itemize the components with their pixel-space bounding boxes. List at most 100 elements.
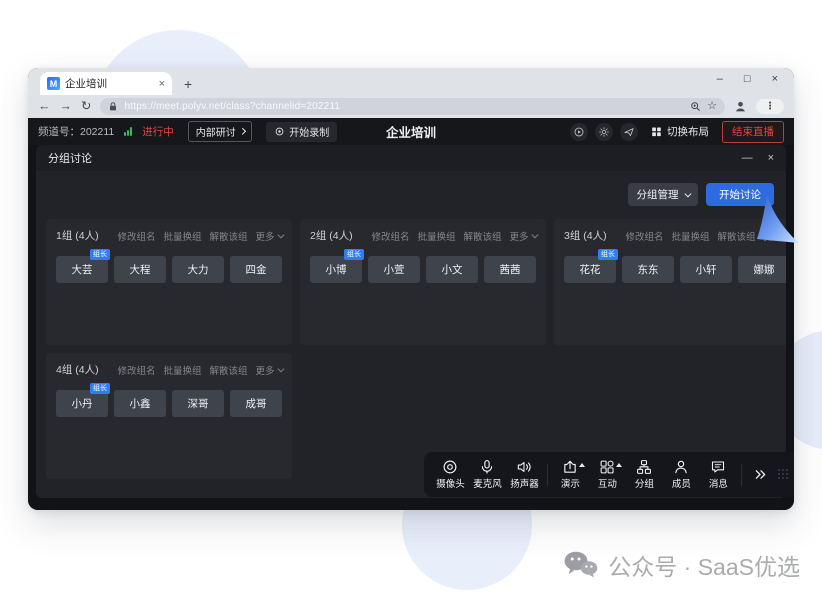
header-right-cluster: 切换布局 结束直播: [570, 121, 784, 143]
expand-icon: [753, 467, 768, 482]
lock-icon: [108, 101, 118, 112]
group-more-link[interactable]: 更多: [255, 229, 282, 243]
group-action-link[interactable]: 批量换组: [163, 229, 201, 243]
toolbar-item-member[interactable]: 成员: [663, 459, 700, 490]
member-tile[interactable]: 小丹组长: [56, 390, 108, 417]
back-icon[interactable]: ←: [38, 100, 51, 113]
group-action-link[interactable]: 解散该组: [209, 229, 247, 243]
group-card: 3组 (4人)修改组名批量换组解散该组更多花花组长东东小轩娜娜: [554, 219, 786, 345]
send-button[interactable]: [620, 123, 638, 141]
group-action-link[interactable]: 解散该组: [209, 363, 247, 377]
toolbar-divider: [547, 464, 548, 486]
member-tile[interactable]: 茜茜: [484, 256, 536, 283]
forward-icon[interactable]: →: [60, 100, 73, 113]
window-close-icon[interactable]: ×: [772, 74, 778, 85]
toolbar-item-mic[interactable]: 麦克风: [469, 459, 506, 490]
layout-grid-icon: [651, 126, 662, 137]
member-tile[interactable]: 大力: [172, 256, 224, 283]
group-manage-button[interactable]: 分组管理: [628, 183, 699, 206]
group-action-link[interactable]: 批量换组: [163, 363, 201, 377]
settings-gear-icon: [598, 126, 610, 138]
member-tile[interactable]: 小轩: [680, 256, 732, 283]
group-action-link[interactable]: 解散该组: [717, 229, 755, 243]
toolbar-item-interact[interactable]: 互动: [589, 459, 626, 490]
group-action-link[interactable]: 批量换组: [671, 229, 709, 243]
group-action-link[interactable]: 修改组名: [117, 363, 155, 377]
toolbar-item-present[interactable]: 演示: [552, 459, 589, 490]
panel-close-icon[interactable]: ×: [768, 153, 774, 164]
mic-icon: [479, 459, 495, 475]
toolbar-expand-button[interactable]: [746, 467, 775, 482]
member-row: 花花组长东东小轩娜娜: [564, 256, 786, 283]
member-tile[interactable]: 成哥: [230, 390, 282, 417]
group-action-link[interactable]: 修改组名: [117, 229, 155, 243]
zoom-search-icon[interactable]: [690, 101, 701, 112]
member-row: 大芸组长大程大力四金: [56, 256, 282, 283]
address-bar[interactable]: https://meet.polyv.net/class?channelid=2…: [100, 98, 725, 115]
leader-badge: 组长: [90, 249, 110, 260]
member-tile[interactable]: 小文: [426, 256, 478, 283]
start-discussion-button[interactable]: 开始讨论: [706, 183, 774, 206]
toolbar-divider: [741, 464, 742, 486]
new-tab-button[interactable]: +: [184, 77, 192, 91]
browser-tab[interactable]: M 企业培训 ×: [40, 72, 172, 95]
group-more-link[interactable]: 更多: [255, 363, 282, 377]
window-maximize-icon[interactable]: □: [744, 74, 751, 85]
toolbar-item-label: 互动: [598, 476, 617, 490]
group-card: 4组 (4人) 修改组名批量换组解散该组更多小丹组长小鑫深哥成哥: [46, 353, 292, 479]
toolbar-item-camera[interactable]: 摄像头: [432, 459, 469, 490]
settings-gear-button[interactable]: [595, 123, 613, 141]
member-tile[interactable]: 娜娜: [738, 256, 786, 283]
group-action-link[interactable]: 修改组名: [371, 229, 409, 243]
group-action-link[interactable]: 解散该组: [463, 229, 501, 243]
group-action-link[interactable]: 批量换组: [417, 229, 455, 243]
camera-icon: [442, 459, 458, 475]
window-minimize-icon[interactable]: –: [717, 74, 723, 85]
member-tile[interactable]: 东东: [622, 256, 674, 283]
toolbar-item-label: 消息: [709, 476, 728, 490]
profile-avatar-icon[interactable]: [734, 100, 747, 113]
member-tile[interactable]: 大芸组长: [56, 256, 108, 283]
toolbar-item-label: 麦克风: [473, 476, 502, 490]
chevron-down-icon: [684, 191, 690, 197]
group-action-link[interactable]: 修改组名: [625, 229, 663, 243]
toolbar-item-speaker[interactable]: 扬声器: [506, 459, 543, 490]
member-tile[interactable]: 小鑫: [114, 390, 166, 417]
caret-up-icon: [616, 463, 622, 467]
bookmark-star-icon[interactable]: ☆: [707, 101, 717, 112]
tab-close-icon[interactable]: ×: [159, 78, 165, 90]
reload-icon[interactable]: ↻: [81, 100, 91, 113]
group-name: 4组 (4人): [56, 362, 99, 377]
group-actions: 修改组名批量换组解散该组更多: [117, 229, 282, 243]
group-more-link[interactable]: 更多: [763, 229, 786, 243]
member-tile[interactable]: 小博组长: [310, 256, 362, 283]
switch-layout-button[interactable]: 切换布局: [646, 122, 714, 141]
playback-button[interactable]: [570, 123, 588, 141]
member-tile[interactable]: 小萱: [368, 256, 420, 283]
chevron-down-icon: [277, 366, 283, 372]
end-live-button[interactable]: 结束直播: [722, 121, 784, 143]
browser-tabstrip: M 企业培训 × + – □ ×: [28, 68, 794, 95]
group-icon: [636, 459, 652, 475]
chevron-down-icon: [531, 232, 537, 238]
toolbar-item-group[interactable]: 分组: [626, 459, 663, 490]
record-icon: [274, 126, 285, 137]
member-tile[interactable]: 深哥: [172, 390, 224, 417]
page-title: 企业培训: [386, 122, 436, 141]
member-tile[interactable]: 四金: [230, 256, 282, 283]
group-discussion-panel: 分组讨论 — × 分组管理 开始讨论 1组 (4人)修改组名批量换组解散该组更多…: [36, 145, 786, 498]
polyv-favicon-icon: M: [47, 77, 60, 90]
drag-handle-dots[interactable]: [778, 469, 790, 481]
caret-up-icon: [579, 463, 585, 467]
group-card: 2组 (4人) 修改组名批量换组解散该组更多小博组长小萱小文茜茜: [300, 219, 546, 345]
member-tile[interactable]: 花花组长: [564, 256, 616, 283]
mode-button[interactable]: 内部研讨: [188, 121, 253, 142]
group-more-link[interactable]: 更多: [509, 229, 536, 243]
member-tile[interactable]: 大程: [114, 256, 166, 283]
toolbar-item-message[interactable]: 消息: [700, 459, 737, 490]
group-name: 2组 (4人): [310, 228, 353, 243]
panel-minimize-icon[interactable]: —: [742, 153, 753, 164]
browser-menu-button[interactable]: ⋮: [756, 99, 784, 114]
start-record-button[interactable]: 开始录制: [266, 122, 337, 142]
send-icon: [623, 126, 635, 138]
